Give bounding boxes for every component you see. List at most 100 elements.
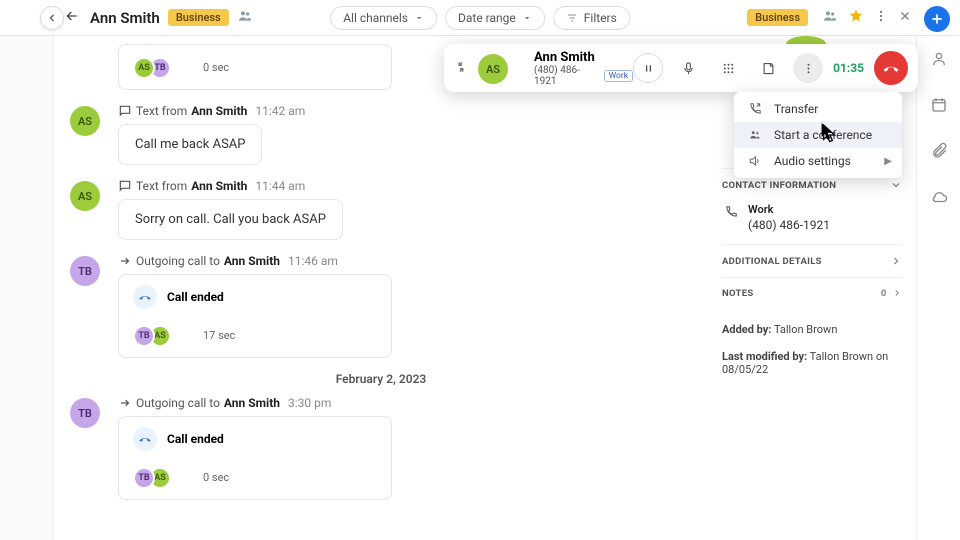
audio-icon (748, 154, 762, 168)
note-button[interactable] (753, 53, 783, 83)
group-icon[interactable] (237, 8, 253, 28)
entry-header: Text from Ann Smith 11:44 am (118, 179, 692, 193)
filter-date-range[interactable]: Date range (445, 6, 545, 30)
conference-icon (748, 128, 762, 142)
chevron-right-icon (890, 255, 902, 267)
call-card: Call ended TB AS 17 sec (118, 274, 392, 358)
section-label: NOTES (722, 288, 754, 299)
call-duration: 0 sec (203, 471, 229, 484)
close-panel-icon[interactable] (898, 8, 912, 27)
date-separator: February 2, 2023 (70, 372, 692, 386)
entry-name: Ann Smith (191, 179, 247, 193)
entry-header: Outgoing call to Ann Smith 11:46 am (118, 254, 692, 268)
avatar-as: AS (70, 106, 100, 136)
avatar-tb: TB (70, 398, 100, 428)
dropdown-label: Transfer (774, 102, 818, 116)
phone-number[interactable]: (480) 486-1921 (748, 218, 830, 232)
call-info: Ann Smith (480) 486-1921 Work (534, 50, 633, 87)
entry-prefix: Text from (136, 104, 187, 118)
rail-cloud-icon[interactable] (930, 188, 948, 210)
call-options-dropdown: Transfer Start a conference Audio settin… (734, 92, 902, 178)
new-fab-button[interactable] (924, 6, 950, 32)
filter-daterange-label: Date range (458, 11, 516, 25)
dropdown-conference[interactable]: Start a conference (734, 122, 902, 148)
outgoing-icon (118, 254, 132, 268)
timeline-entry-call: TB Outgoing call to Ann Smith 3:30 pm Ca… (70, 396, 692, 500)
rail-calendar-icon[interactable] (930, 96, 948, 118)
section-label: ADDITIONAL DETAILS (722, 256, 822, 267)
top-bar: Ann Smith Business All channels Date ran… (0, 0, 960, 36)
active-call-bar: AS Ann Smith (480) 486-1921Work 01:35 (444, 44, 918, 92)
added-by-meta: Added by: Tallon Brown (722, 323, 902, 336)
header-tag-business: Business (168, 9, 229, 26)
star-icon[interactable] (848, 8, 864, 28)
avatar-as-small: AS (133, 57, 155, 79)
call-duration: 0 sec (203, 61, 229, 74)
filter-filters[interactable]: Filters (553, 6, 630, 30)
section-notes[interactable]: NOTES 0 (722, 277, 902, 309)
entry-header: Outgoing call to Ann Smith 3:30 pm (118, 396, 692, 410)
right-group-icon[interactable] (822, 8, 838, 28)
entry-name: Ann Smith (224, 254, 280, 268)
avatar-tb-small: TB (133, 325, 155, 347)
hangup-button[interactable] (874, 51, 908, 85)
rail-attach-icon[interactable] (930, 142, 948, 164)
call-status: Call ended (167, 432, 224, 446)
timeline-entry-call: TB Outgoing call to Ann Smith 11:46 am C… (70, 254, 692, 358)
chevron-right-icon (892, 288, 902, 298)
entry-prefix: Outgoing call to (136, 254, 220, 268)
back-arrow-icon[interactable] (64, 8, 80, 28)
call-name: Ann Smith (534, 50, 633, 65)
meta-label: Added by: (722, 323, 771, 336)
meta-value: Tallon Brown (774, 323, 837, 336)
collapse-left-button[interactable] (40, 6, 64, 30)
entry-prefix: Outgoing call to (136, 396, 220, 410)
entry-time: 11:42 am (255, 104, 305, 118)
bottom-fade (54, 522, 708, 540)
entry-time: 11:44 am (255, 179, 305, 193)
header-contact-name: Ann Smith (90, 9, 160, 27)
section-label: CONTACT INFORMATION (722, 180, 836, 191)
entry-time: 3:30 pm (288, 396, 331, 410)
more-menu-icon[interactable] (874, 8, 888, 27)
avatar-tb: TB (70, 256, 100, 286)
filter-group: All channels Date range Filters (330, 6, 630, 30)
transfer-icon (748, 102, 762, 116)
filter-filters-label: Filters (584, 11, 617, 25)
message-bubble: Sorry on call. Call you back ASAP (118, 199, 343, 240)
text-icon (118, 104, 132, 118)
mute-button[interactable] (673, 53, 703, 83)
entry-name: Ann Smith (224, 396, 280, 410)
call-number: (480) 486-1921 (534, 65, 599, 87)
call-duration: 17 sec (203, 329, 235, 342)
dialpad-button[interactable] (713, 53, 743, 83)
entry-name: Ann Smith (191, 104, 247, 118)
avatar-as: AS (70, 181, 100, 211)
outgoing-icon (118, 396, 132, 410)
rail-contact-icon[interactable] (930, 50, 948, 72)
minimize-call-icon[interactable] (454, 59, 468, 78)
dropdown-transfer[interactable]: Transfer (734, 96, 902, 122)
meta-label: Last modified by: (722, 350, 807, 363)
call-number-label: Work (604, 70, 633, 82)
call-ended-icon (133, 285, 157, 309)
left-gutter (0, 36, 54, 540)
submenu-arrow-icon: ▶ (884, 156, 892, 167)
call-card: AS TB 0 sec (118, 44, 392, 90)
contact-phone-row: Work (480) 486-1921 (722, 201, 902, 244)
chevron-down-icon (890, 179, 902, 191)
dropdown-label: Start a conference (774, 128, 872, 142)
modified-by-meta: Last modified by: Tallon Brown on 08/05/… (722, 350, 902, 376)
phone-label: Work (748, 203, 830, 216)
filter-channels-label: All channels (343, 11, 408, 25)
call-more-button[interactable] (793, 53, 823, 83)
timeline-entry-text: AS Text from Ann Smith 11:42 am Call me … (70, 104, 692, 165)
dropdown-audio-settings[interactable]: Audio settings ▶ (734, 148, 902, 174)
avatar-tb-small: TB (133, 467, 155, 489)
section-additional-details[interactable]: ADDITIONAL DETAILS (722, 244, 902, 277)
hold-button[interactable] (633, 53, 663, 83)
phone-icon (724, 205, 738, 219)
timeline-entry-text: AS Text from Ann Smith 11:44 am Sorry on… (70, 179, 692, 240)
filter-all-channels[interactable]: All channels (330, 6, 437, 30)
call-status: Call ended (167, 290, 224, 304)
